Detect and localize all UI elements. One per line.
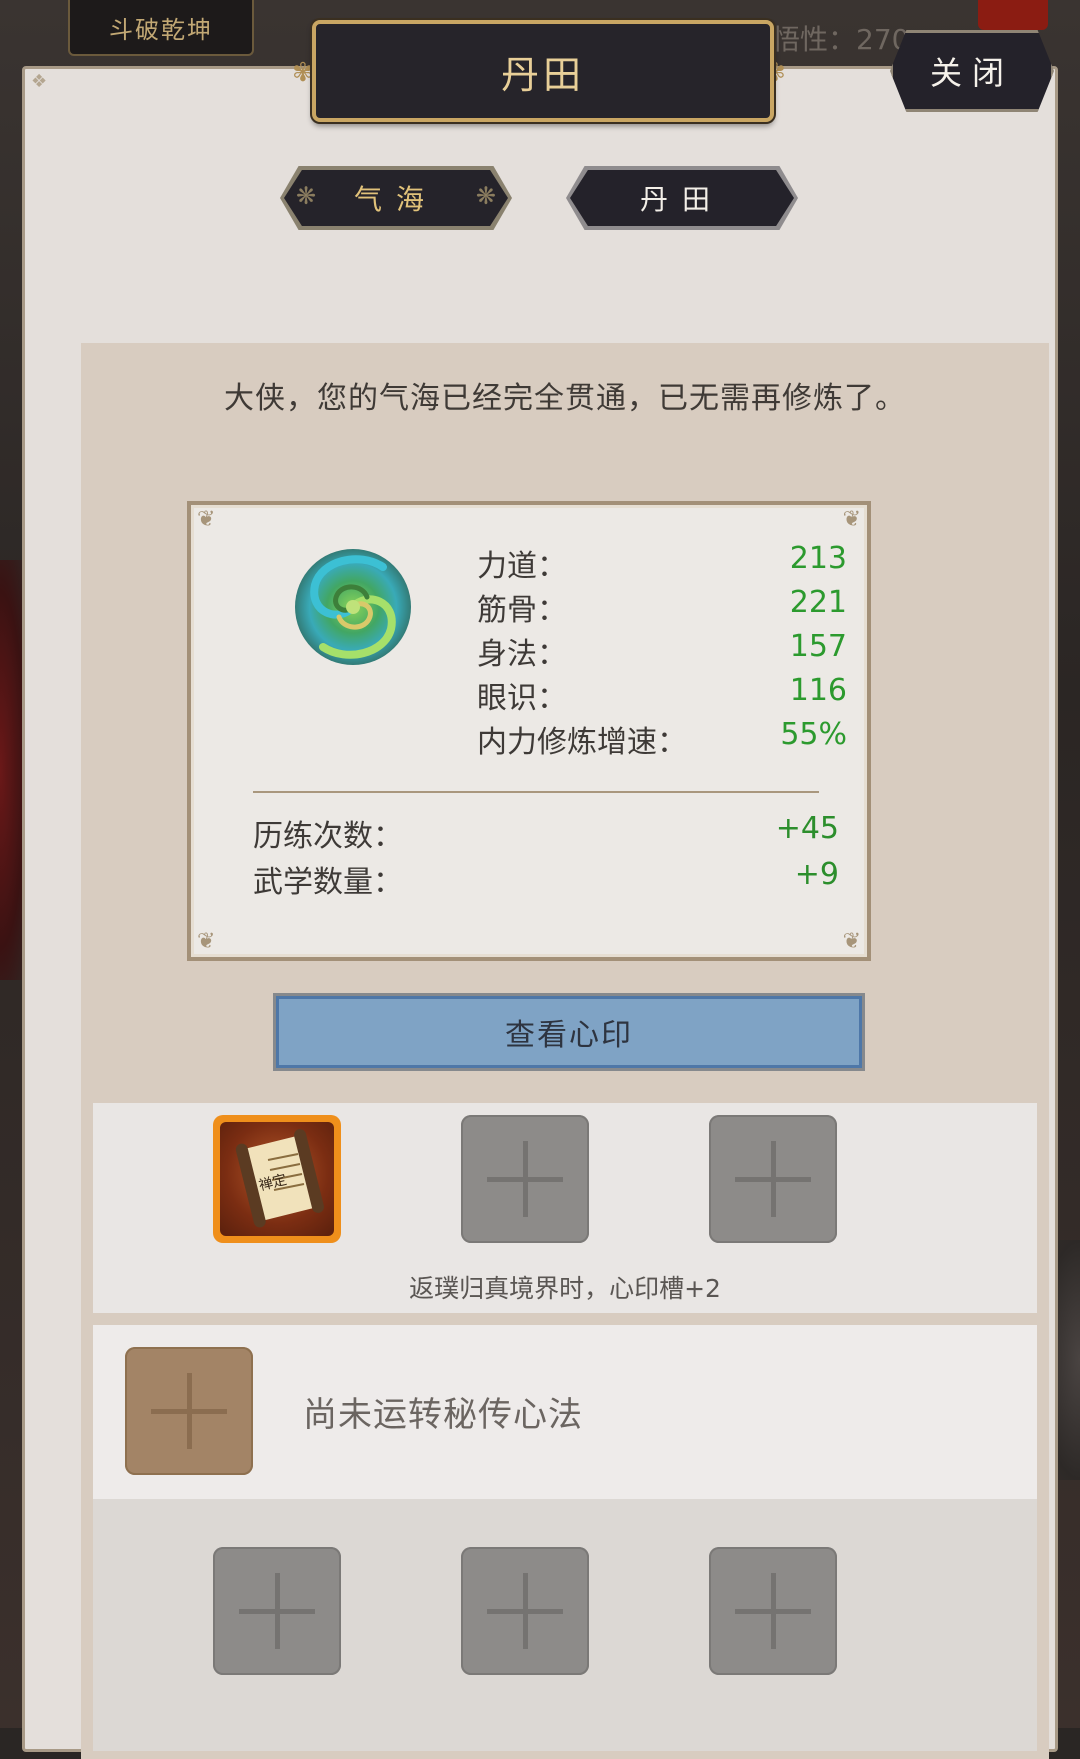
stat-row-inner-power-speed: 内力修炼增速： 55% bbox=[477, 717, 887, 760]
tab-dantian[interactable]: 丹田 bbox=[566, 166, 798, 230]
bonus-value: +45 bbox=[775, 811, 839, 846]
stat-value: 116 bbox=[789, 673, 847, 708]
wuxing-readout: 悟性：270 bbox=[772, 23, 910, 56]
view-seal-button-label: 查看心印 bbox=[505, 1018, 633, 1053]
bonus-row-martial-arts: 武学数量： +9 bbox=[253, 857, 839, 901]
stat-value: 213 bbox=[789, 541, 847, 576]
corner-ornament-icon: ❦ bbox=[197, 929, 216, 954]
content-area: 大侠，您的气海已经完全贯通，已无需再修炼了。 ❦ ❦ ❦ ❦ 力道： 213 筋… bbox=[81, 343, 1049, 1759]
seal-slot-empty[interactable] bbox=[709, 1115, 837, 1243]
stat-label: 眼识： bbox=[477, 681, 567, 716]
seal-slot-empty[interactable] bbox=[461, 1115, 589, 1243]
title-ornament-icon: ✾ bbox=[292, 58, 314, 88]
stat-row-strength: 力道： 213 bbox=[477, 541, 887, 584]
method-slot-empty[interactable] bbox=[709, 1547, 837, 1675]
tab-label: 丹田 bbox=[639, 183, 724, 216]
stat-label: 身法： bbox=[477, 637, 567, 672]
top-left-tab-label: 斗破乾坤 bbox=[109, 15, 213, 44]
stat-label: 力道： bbox=[477, 549, 567, 584]
method-slot-empty[interactable] bbox=[213, 1547, 341, 1675]
view-seal-button[interactable]: 查看心印 bbox=[273, 993, 865, 1071]
stat-label: 内力修炼增速： bbox=[477, 725, 687, 760]
seal-slot-hint: 返璞归真境界时，心印槽+2 bbox=[409, 1274, 721, 1303]
status-message: 大侠，您的气海已经完全贯通，已无需再修炼了。 bbox=[224, 381, 906, 416]
tab-ornament-icon: ❋ bbox=[475, 182, 496, 210]
top-right-red-badge[interactable] bbox=[978, 0, 1048, 30]
scroll-icon: 禅定 bbox=[235, 1129, 324, 1228]
tab-label: 气海 bbox=[353, 183, 438, 216]
secret-method-slot[interactable] bbox=[125, 1347, 253, 1475]
stat-value: 55% bbox=[780, 717, 847, 752]
bonus-label: 历练次数： bbox=[253, 819, 403, 854]
bonus-row-training: 历练次数： +45 bbox=[253, 811, 839, 855]
tab-qihai[interactable]: ❋ 气海 ❋ bbox=[280, 166, 512, 230]
bonus-label: 武学数量： bbox=[253, 865, 403, 900]
page-title: 丹田 bbox=[500, 52, 585, 97]
secret-method-row[interactable]: 尚未运转秘传心法 bbox=[93, 1325, 1037, 1499]
stat-label: 筋骨： bbox=[477, 593, 567, 628]
seal-slots: 禅定 返璞归真境界时，心印槽+2 bbox=[93, 1103, 1037, 1313]
corner-ornament-icon: ❦ bbox=[842, 929, 861, 954]
dantian-panel: ❖ ❖ 大侠，您的气海已经完全贯通，已无需再修炼了。 ❦ ❦ ❦ ❦ bbox=[22, 66, 1058, 1759]
seal-slot-filled[interactable]: 禅定 bbox=[213, 1115, 341, 1243]
title-plate: 丹田 bbox=[312, 20, 774, 122]
method-slots bbox=[93, 1499, 1037, 1751]
stat-row-insight: 眼识： 116 bbox=[477, 673, 887, 716]
stat-value: 221 bbox=[789, 585, 847, 620]
secret-method-text: 尚未运转秘传心法 bbox=[303, 1395, 583, 1435]
stats-card: ❦ ❦ ❦ ❦ 力道： 213 筋骨： 221 身法： 157 眼识： 116 … bbox=[187, 501, 871, 961]
method-slot-empty[interactable] bbox=[461, 1547, 589, 1675]
corner-ornament-icon: ❦ bbox=[842, 507, 861, 532]
stat-row-constitution: 筋骨： 221 bbox=[477, 585, 887, 628]
qi-vortex-icon bbox=[295, 549, 411, 665]
stat-row-agility: 身法： 157 bbox=[477, 629, 887, 672]
close-button[interactable]: 关闭 bbox=[890, 30, 1054, 112]
close-button-label: 关闭 bbox=[929, 54, 1014, 92]
bonus-value: +9 bbox=[794, 857, 839, 892]
corner-ornament-icon: ❦ bbox=[197, 507, 216, 532]
corner-ornament-icon: ❖ bbox=[31, 71, 48, 92]
tab-ornament-icon: ❋ bbox=[296, 182, 317, 210]
stats-divider bbox=[253, 791, 819, 793]
stat-value: 157 bbox=[789, 629, 847, 664]
top-left-tab[interactable]: 斗破乾坤 bbox=[68, 0, 254, 56]
